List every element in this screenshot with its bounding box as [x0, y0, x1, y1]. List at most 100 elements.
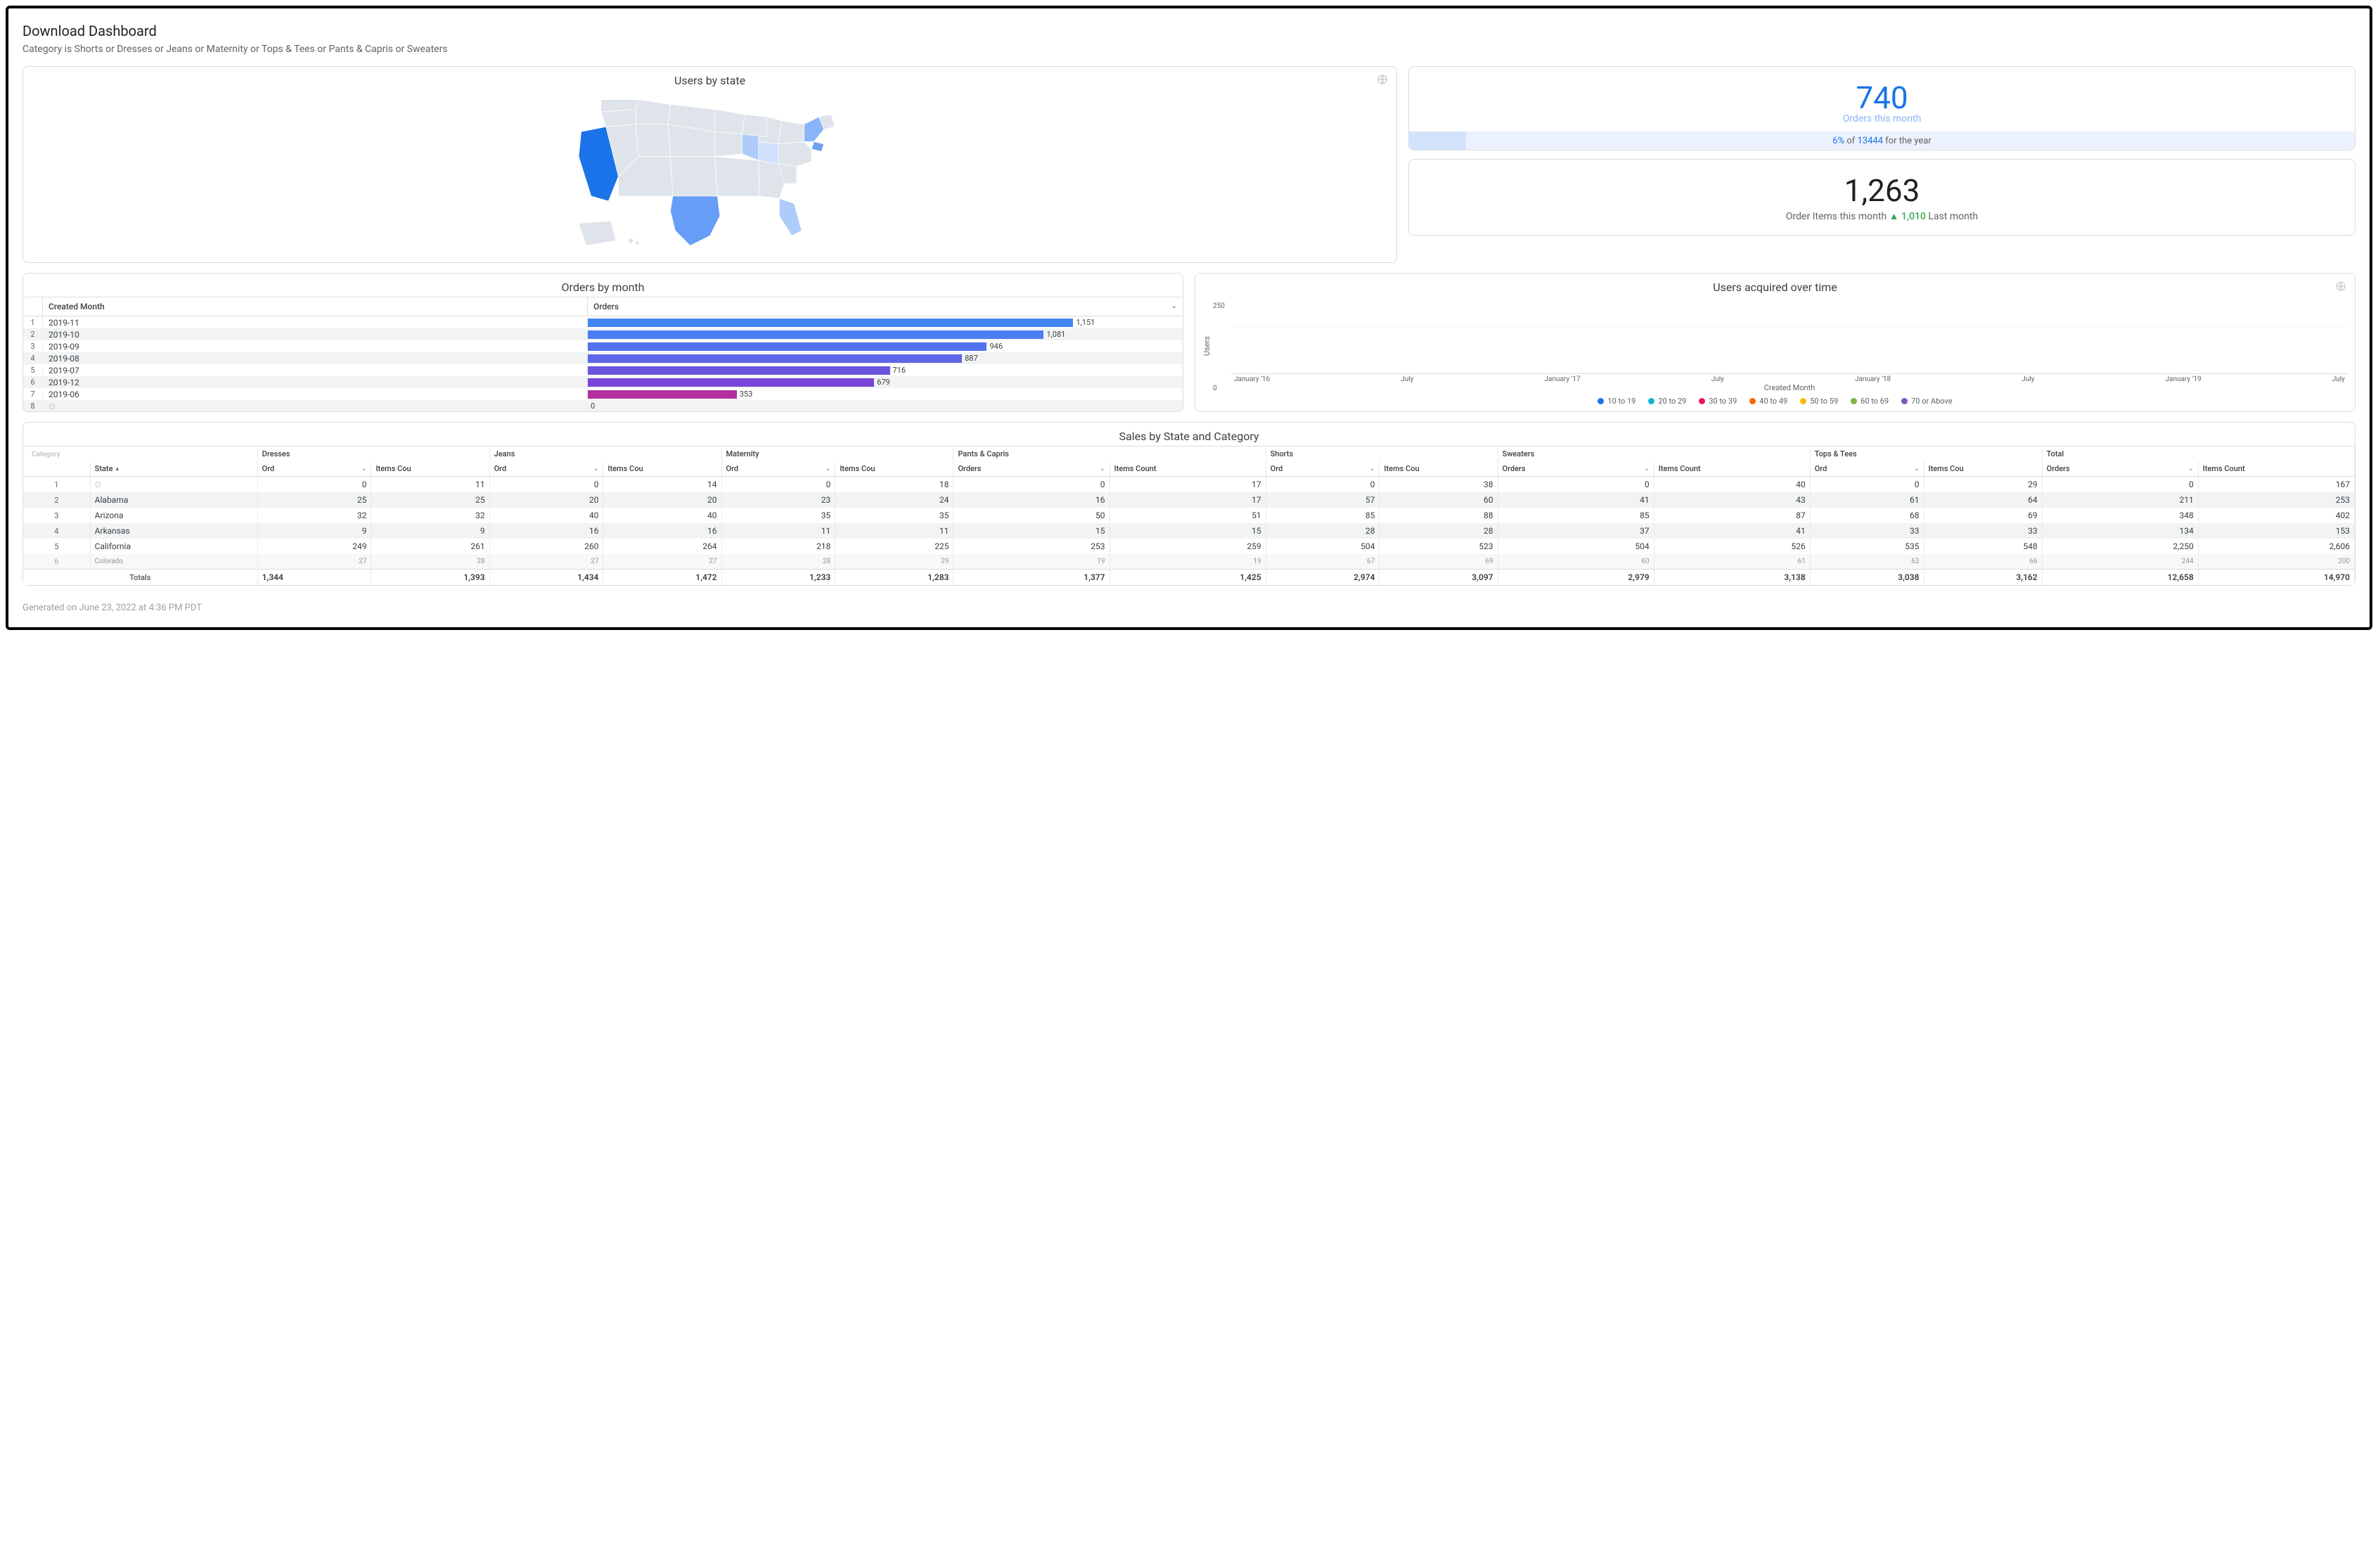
legend-item[interactable]: 70 or Above [1901, 397, 1952, 406]
generated-timestamp: Generated on June 23, 2022 at 4:36 PM PD… [23, 586, 2355, 613]
orders-row[interactable]: 12019-111,151 [23, 316, 1183, 328]
col-orders[interactable]: Orders⌄ [953, 461, 1110, 477]
col-items[interactable]: Items Count [1654, 461, 1810, 477]
table-row[interactable]: 4Arkansas9916161111151528283741333313415… [23, 523, 2355, 539]
group-maternity[interactable]: Maternity [721, 446, 953, 462]
table-row[interactable]: 1∅0110140180170380400290167 [23, 477, 2355, 493]
state-ar-la-ms[interactable] [715, 156, 759, 195]
kpi-orders-caption: Orders this month [1409, 113, 2355, 124]
legend-item[interactable]: 60 to 69 [1851, 397, 1889, 406]
col-orders[interactable]: Ord⌄ [489, 461, 603, 477]
sales-table[interactable]: Category Dresses Jeans Maternity Pants &… [23, 446, 2355, 585]
orders-by-month-title: Orders by month [23, 274, 1183, 297]
legend-item[interactable]: 30 to 39 [1699, 397, 1737, 406]
kpi-items-caption: Order Items this month ▲ 1,010 Last mont… [1409, 210, 2355, 231]
chevron-down-icon: ⌄ [593, 465, 599, 473]
state-ia-mo[interactable] [715, 131, 743, 156]
users-by-state-card: Users by state [23, 66, 1397, 263]
state-idaho-montana[interactable] [636, 99, 670, 124]
group-total[interactable]: Total [2042, 446, 2354, 462]
chevron-down-icon: ⌄ [825, 465, 831, 473]
state-wi[interactable] [742, 114, 766, 136]
map-card-title: Users by state [23, 67, 1396, 90]
orders-row[interactable]: 52019-07716 [23, 364, 1183, 376]
acquired-bars[interactable] [1231, 300, 2348, 374]
group-shorts[interactable]: Shorts [1266, 446, 1498, 462]
users-acquired-title: Users acquired over time [1195, 274, 2355, 297]
orders-row[interactable]: 22019-101,081 [23, 328, 1183, 340]
totals-row: Totals1,3441,3931,4341,4721,2331,2831,37… [23, 570, 2355, 586]
col-items[interactable]: Items Count [2198, 461, 2354, 477]
group-tops[interactable]: Tops & Tees [1810, 446, 2042, 462]
col-items[interactable]: Items Cou [835, 461, 953, 477]
col-orders[interactable]: Ord⌄ [721, 461, 835, 477]
col-orders[interactable]: Orders⌄ [2042, 461, 2198, 477]
legend-item[interactable]: 40 to 49 [1749, 397, 1787, 406]
orders-this-month-card: 740 Orders this month 6% of 13444 for th… [1408, 66, 2355, 150]
state-utah[interactable] [636, 124, 670, 157]
state-nj-ct[interactable] [811, 141, 824, 151]
users-acquired-card: Users acquired over time Users 250 0 Jan… [1195, 273, 2355, 412]
null-icon: ∅ [49, 402, 56, 411]
state-va-wv[interactable] [778, 141, 811, 166]
group-dresses[interactable]: Dresses [257, 446, 489, 462]
col-items[interactable]: Items Cou [1924, 461, 2042, 477]
table-row[interactable]: 2Alabama25252020232416175760414361642112… [23, 492, 2355, 508]
col-orders[interactable]: Ord⌄ [1810, 461, 1924, 477]
orders-row[interactable]: 62019-12679 [23, 376, 1183, 388]
state-hawaii[interactable] [628, 238, 633, 243]
state-florida[interactable] [779, 198, 802, 236]
col-items[interactable]: Items Cou [1380, 461, 1498, 477]
col-orders[interactable]: Ord⌄ [1266, 461, 1380, 477]
globe-icon [2335, 281, 2346, 292]
chevron-down-icon: ⌄ [1914, 465, 1920, 473]
state-oregon[interactable] [601, 109, 636, 127]
col-items[interactable]: Items Cou [603, 461, 721, 477]
col-items[interactable]: Items Cou [371, 461, 489, 477]
orders-row[interactable]: 8∅0 [23, 400, 1183, 411]
kpi-orders-progress: 6% of 13444 for the year [1409, 131, 2355, 150]
us-map[interactable] [23, 90, 1396, 262]
acquired-legend: 10 to 19 20 to 29 30 to 39 40 to 49 50 to 59… [1195, 392, 2355, 411]
group-sweaters[interactable]: Sweaters [1498, 446, 1810, 462]
group-jeans[interactable]: Jeans [489, 446, 721, 462]
state-texas[interactable] [670, 196, 719, 245]
col-orders[interactable]: Orders⌄ [1498, 461, 1654, 477]
table-row[interactable]: 3Arizona32324040353550518588858768693484… [23, 508, 2355, 523]
acquired-xaxis: January '16JulyJanuary '17JulyJanuary '1… [1231, 374, 2348, 383]
filter-summary: Category is Shorts or Dresses or Jeans o… [23, 44, 2355, 55]
state-alaska[interactable] [579, 221, 616, 245]
orders-row[interactable]: 72019-06353 [23, 388, 1183, 400]
orders-by-month-card: Orders by month Created Month Orders⌄ 12… [23, 273, 1183, 412]
orders-row[interactable]: 32019-09946 [23, 340, 1183, 352]
col-created-month[interactable]: Created Month [43, 297, 588, 316]
order-items-card: 1,263 Order Items this month ▲ 1,010 Las… [1408, 159, 2355, 236]
col-orders[interactable]: Orders⌄ [588, 297, 1183, 316]
state-mn[interactable] [715, 109, 745, 134]
null-icon: ∅ [95, 480, 102, 489]
page-title: Download Dashboard [23, 23, 2355, 39]
table-row[interactable]: 6Colorado2728272728291919676960616366244… [23, 554, 2355, 570]
legend-item[interactable]: 10 to 19 [1598, 397, 1635, 406]
state-illinois[interactable] [742, 134, 758, 160]
orders-by-month-header: Created Month Orders⌄ [23, 297, 1183, 316]
col-orders[interactable]: Ord⌄ [257, 461, 371, 477]
sales-title: Sales by State and Category [23, 423, 2355, 446]
state-ks-ok[interactable] [670, 156, 717, 195]
table-row[interactable]: 5California24926126026421822525325950452… [23, 539, 2355, 554]
chevron-down-icon: ⌄ [1644, 465, 1650, 473]
sales-by-state-card: Sales by State and Category Category [23, 422, 2355, 586]
chevron-down-icon: ⌄ [2188, 465, 2194, 473]
chevron-down-icon: ⌄ [1100, 465, 1105, 473]
chevron-down-icon: ⌄ [1370, 465, 1375, 473]
legend-item[interactable]: 20 to 29 [1648, 397, 1686, 406]
col-items[interactable]: Items Count [1110, 461, 1266, 477]
orders-row[interactable]: 42019-08887 [23, 352, 1183, 364]
legend-item[interactable]: 50 to 59 [1800, 397, 1838, 406]
state-oh[interactable] [759, 141, 778, 164]
chevron-down-icon: ⌄ [361, 465, 367, 473]
chevron-down-icon: ⌄ [1171, 302, 1177, 310]
state-pa[interactable] [778, 121, 804, 144]
group-pants[interactable]: Pants & Capris [953, 446, 1266, 462]
col-state[interactable]: State▴ [90, 461, 257, 477]
